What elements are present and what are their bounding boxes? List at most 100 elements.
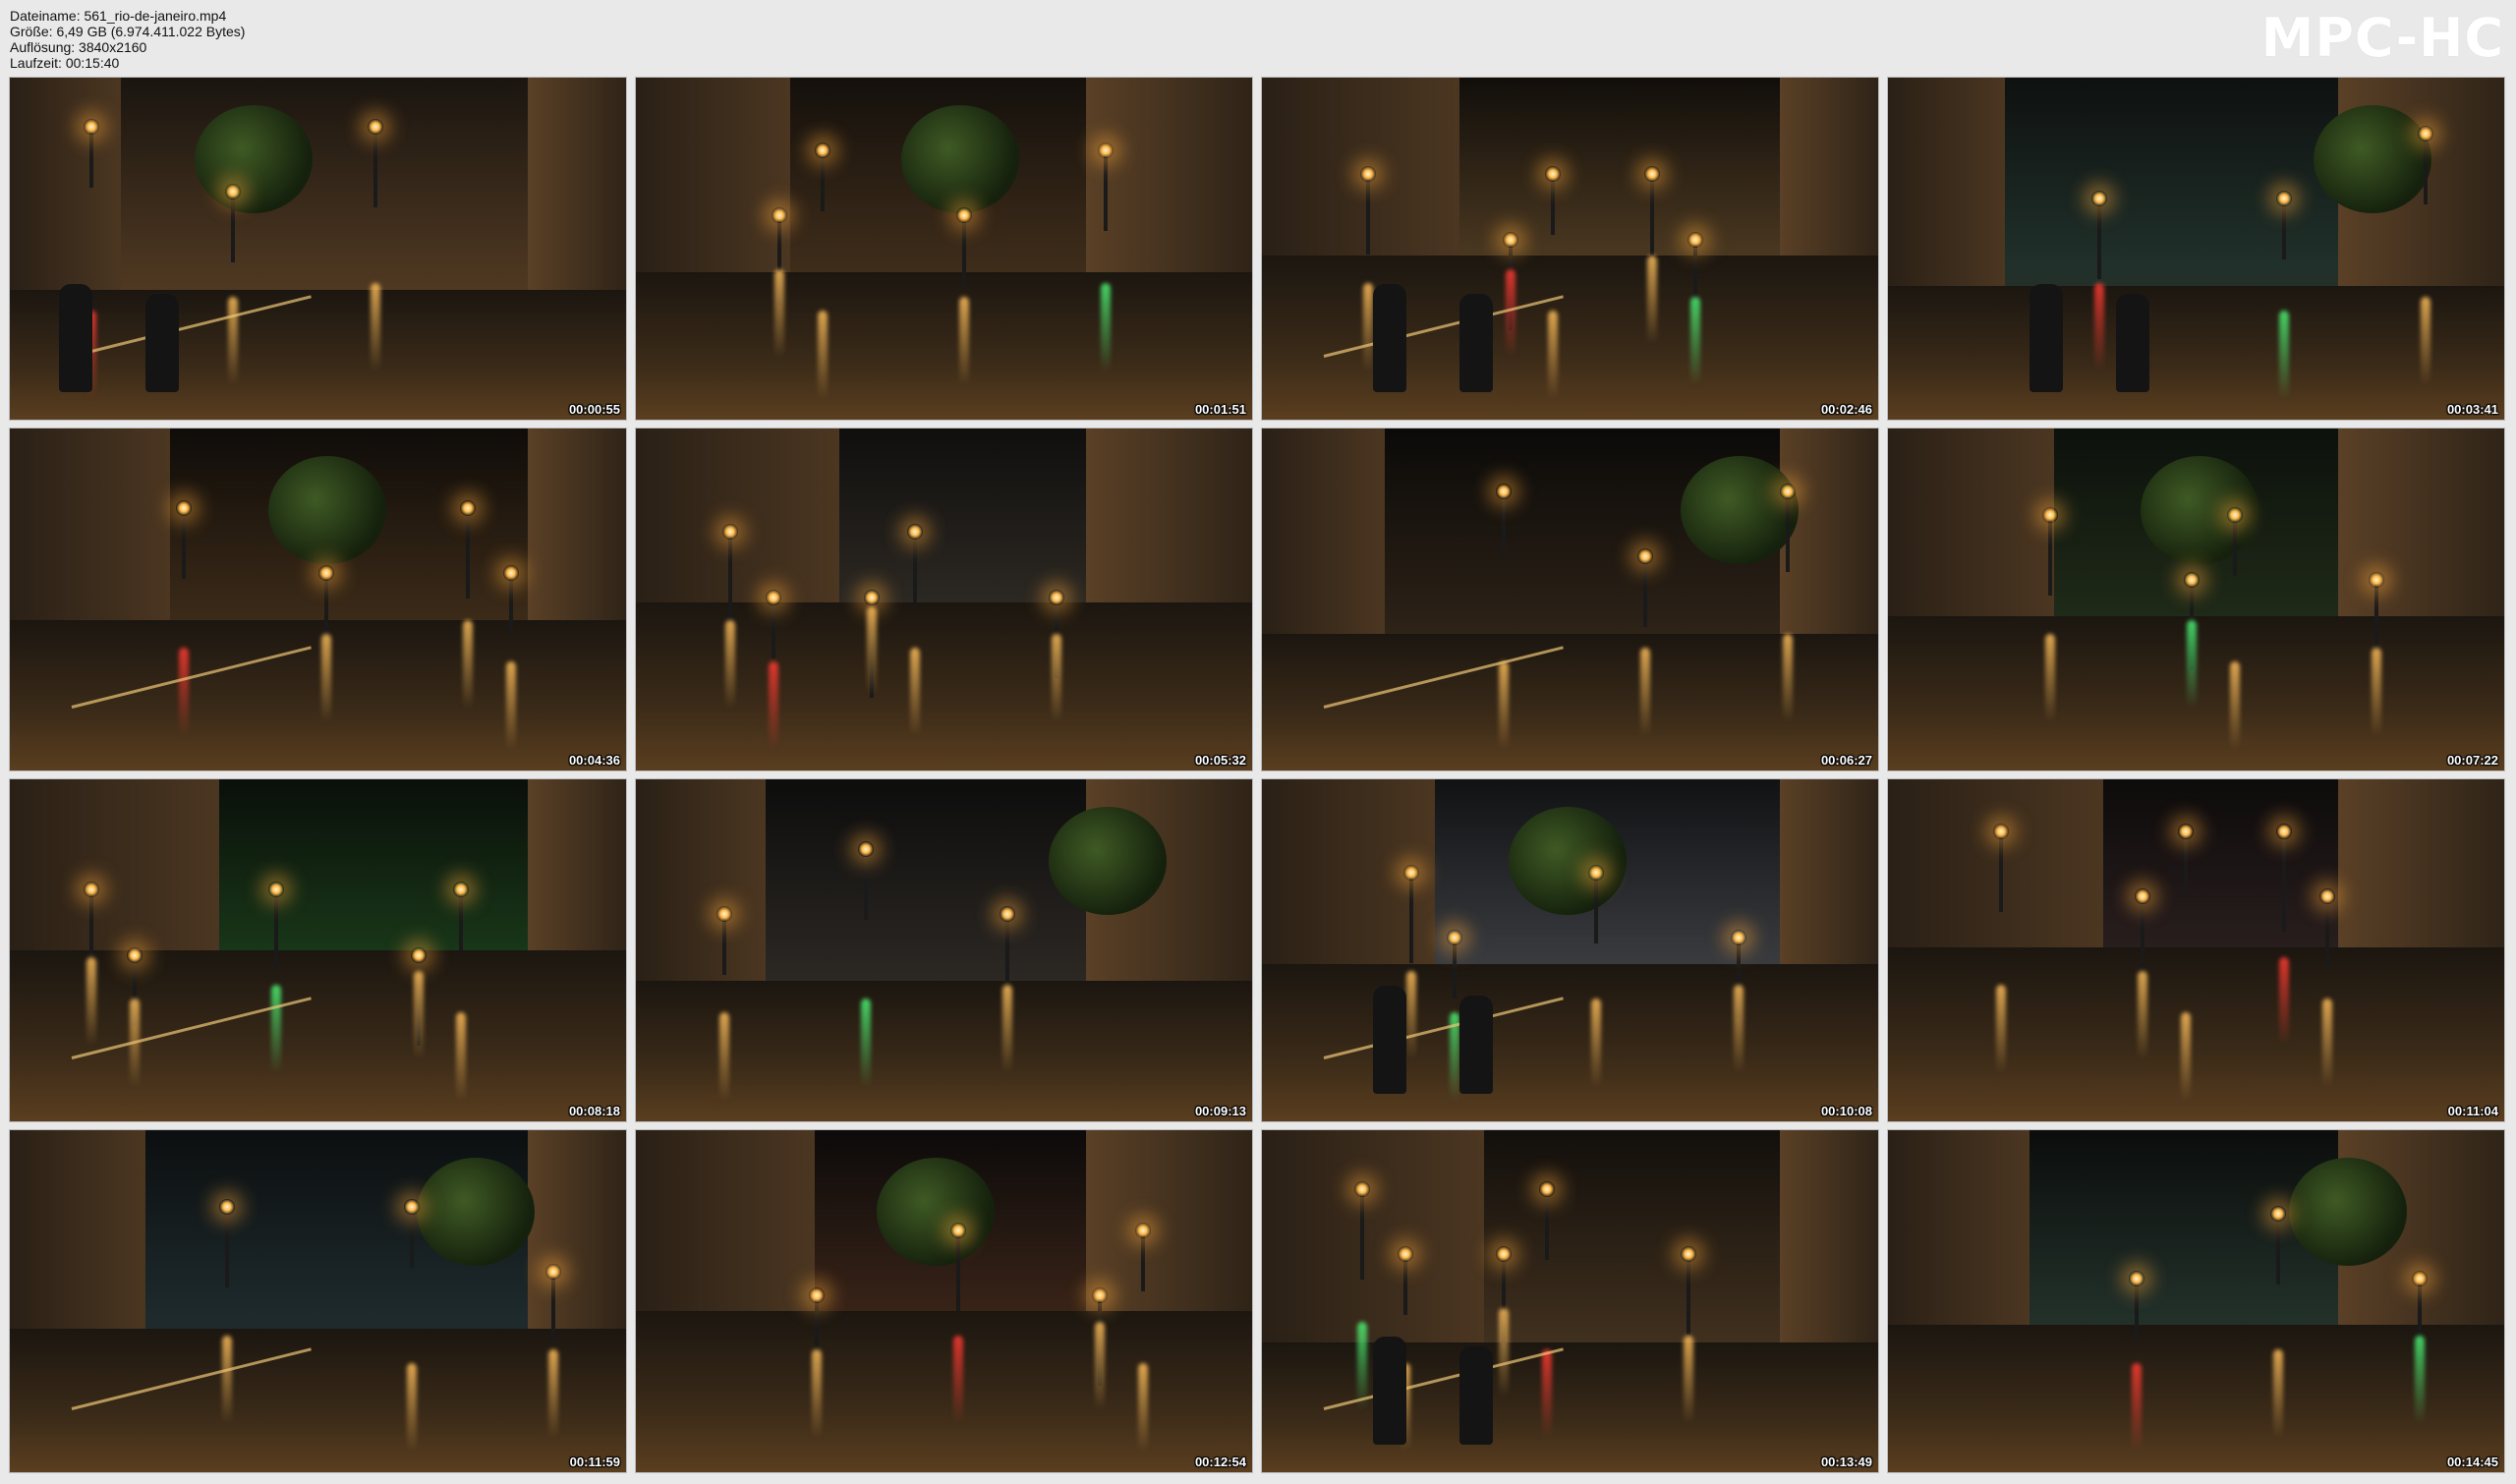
tree	[876, 1157, 995, 1266]
lamp-post	[820, 152, 825, 212]
pedestrian	[59, 284, 93, 393]
timestamp-label: 00:05:32	[1194, 753, 1246, 768]
timestamp-label: 00:03:41	[2446, 402, 2498, 417]
timestamp-label: 00:14:45	[2446, 1455, 2498, 1469]
lamp-post	[1643, 557, 1648, 627]
lamp-post	[2324, 898, 2329, 968]
lamp-post	[1409, 875, 1414, 963]
lamp-post	[231, 193, 236, 262]
building-left	[1262, 428, 1386, 668]
street-light	[1779, 483, 1796, 499]
light-reflection	[959, 297, 970, 386]
pedestrian	[1372, 284, 1406, 393]
street-light	[1496, 1246, 1513, 1263]
street-light	[367, 118, 383, 135]
street-light	[453, 882, 470, 898]
thumbnail-scene-green-lit-avenue-trees-lamps	[10, 779, 626, 1121]
light-reflection	[724, 620, 735, 710]
street-light	[2269, 1205, 2286, 1222]
wet-road	[10, 950, 626, 1121]
street-light	[1049, 589, 1065, 605]
timestamp-label: 00:00:55	[568, 402, 620, 417]
light-reflection	[320, 634, 331, 723]
street-light	[999, 905, 1015, 922]
light-reflection	[407, 1363, 418, 1453]
thumbnail-scene-empty-wet-road-trees-night	[636, 779, 1252, 1121]
lamp-post	[1687, 1256, 1691, 1336]
street-light	[2318, 888, 2335, 905]
thumbnail-scene-wet-street-motorcycle-traffic-lights	[1888, 1130, 2504, 1472]
light-reflection	[228, 297, 239, 386]
lamp-post	[274, 891, 279, 971]
video-thumbnail: 00:01:51	[636, 78, 1252, 420]
video-thumbnail: 00:10:08	[1262, 779, 1878, 1121]
light-reflection	[1782, 634, 1793, 723]
street-light	[949, 1222, 966, 1238]
street-light	[404, 1198, 421, 1215]
lamp-post	[465, 510, 470, 599]
lamp-post	[410, 1208, 415, 1268]
video-thumbnail: 00:04:36	[10, 428, 626, 771]
lamp-post	[1104, 152, 1109, 232]
thumbnail-scene-empty-wet-street-orange-lamps	[10, 428, 626, 771]
light-reflection	[1505, 269, 1515, 359]
file-info: Dateiname: 561_rio-de-janeiro.mp4 Größe:…	[10, 8, 245, 71]
timestamp-label: 00:09:13	[1194, 1104, 1246, 1118]
thumbnail-scene-yellow-taxi-corner-bar	[1262, 1130, 1878, 1472]
street-light	[765, 589, 781, 605]
light-reflection	[2093, 283, 2104, 372]
video-thumbnail: 00:00:55	[10, 78, 626, 420]
lamp-post	[1366, 176, 1371, 256]
light-reflection	[1591, 999, 1602, 1088]
light-reflection	[2137, 971, 2147, 1060]
street-light	[1539, 1181, 1556, 1198]
building-left	[1262, 1130, 1484, 1370]
light-reflection	[811, 1349, 822, 1439]
thumbnail-grid: 00:00:55 00:01:51 00:02:46 00:03:41 00:04:36…	[10, 78, 2506, 1473]
light-reflection	[2321, 999, 2332, 1088]
timestamp-label: 00:01:51	[1194, 402, 1246, 417]
street-light	[2134, 888, 2150, 905]
light-reflection	[179, 648, 190, 737]
light-reflection	[2414, 1336, 2425, 1425]
wet-road	[1262, 963, 1878, 1121]
thumbnail-scene-street-motorcycle-red-traffic-light	[1888, 779, 2504, 1121]
tree	[900, 104, 1019, 213]
light-reflection	[2279, 311, 2289, 400]
timestamp-label: 00:04:36	[568, 753, 620, 768]
pedestrian	[1458, 1346, 1493, 1446]
lamp-post	[1594, 875, 1599, 943]
lamp-post	[1004, 915, 1009, 995]
street-light	[459, 500, 476, 517]
light-reflection	[456, 1012, 467, 1102]
tree	[195, 104, 314, 213]
lamp-post	[2134, 1280, 2139, 1340]
pedestrian	[1458, 996, 1493, 1095]
light-reflection	[2044, 634, 2055, 723]
lamp-post	[1360, 1191, 1365, 1281]
light-reflection	[1101, 283, 1112, 372]
light-reflection	[1137, 1363, 1148, 1453]
wet-road	[1888, 1325, 2504, 1472]
mpc-hc-logo: MPC-HC	[2260, 7, 2504, 69]
pedestrian	[144, 294, 179, 393]
wet-road	[10, 289, 626, 420]
light-reflection	[2180, 1012, 2191, 1102]
light-reflection	[1684, 1336, 1694, 1425]
street-light	[2418, 125, 2434, 142]
light-reflection	[1542, 1349, 1553, 1439]
light-reflection	[1052, 634, 1062, 723]
street-light	[1687, 231, 1703, 248]
light-reflection	[768, 661, 778, 751]
light-reflection	[222, 1336, 233, 1425]
street-light	[2177, 824, 2194, 840]
light-reflection	[1363, 283, 1374, 372]
light-reflection	[1499, 1308, 1510, 1398]
pedestrian	[2115, 294, 2149, 393]
wet-road	[1888, 286, 2504, 420]
thumbnail-scene-sidewalk-colonial-buildings-trees	[636, 428, 1252, 771]
lamp-post	[727, 534, 732, 623]
wet-road	[1888, 946, 2504, 1121]
thumbnail-scene-wet-avenue-streetlights-buildings	[1262, 428, 1878, 771]
light-reflection	[1499, 661, 1510, 751]
